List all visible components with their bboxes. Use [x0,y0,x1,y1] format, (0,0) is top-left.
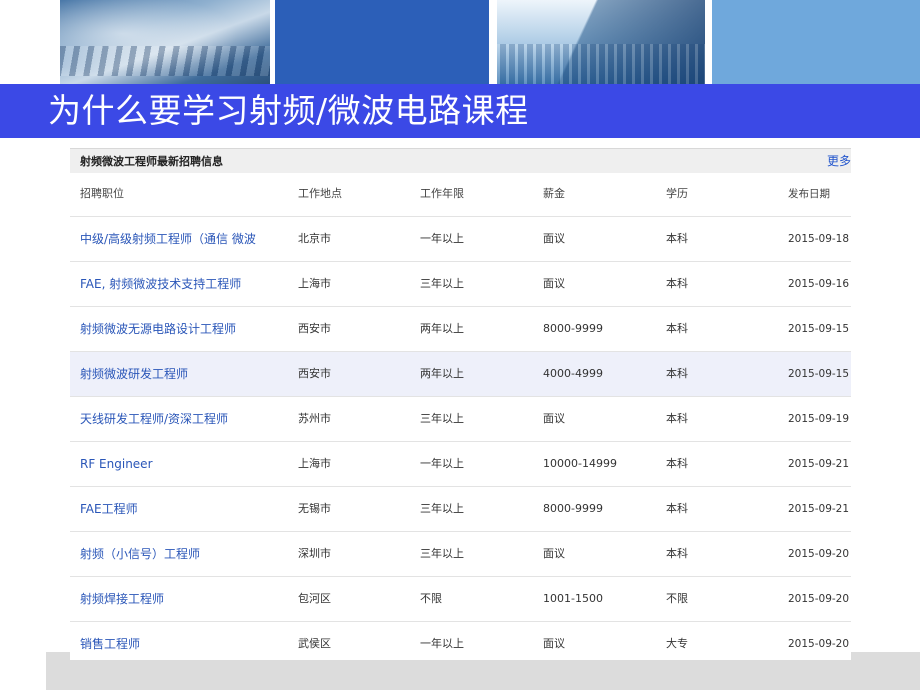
job-location: 包河区 [298,592,331,605]
job-salary: 面议 [543,637,565,650]
job-location: 北京市 [298,232,331,245]
job-salary: 4000-4999 [543,367,603,380]
panel-title: 射频微波工程师最新招聘信息 [80,155,223,168]
job-date: 2015-09-19 [788,413,850,425]
job-location: 武侯区 [298,637,331,650]
column-header-job: 招聘职位 [80,187,124,200]
job-years: 两年以上 [420,367,464,380]
job-education: 本科 [666,277,688,290]
job-location: 无锡市 [298,502,331,515]
table-row: FAE工程师 无锡市 三年以上 8000-9999 本科 2015-09-21 [70,487,851,532]
banner-keyboard-image [60,0,270,84]
column-header-location: 工作地点 [298,187,342,200]
job-education: 本科 [666,232,688,245]
job-title-link[interactable]: 销售工程师 [80,622,280,666]
table-header-row: 招聘职位 工作地点 工作年限 薪金 学历 发布日期 [70,172,851,217]
job-date: 2015-09-21 [788,503,850,515]
banner-blue-block [275,0,489,84]
table-row: 射频微波研发工程师 西安市 两年以上 4000-4999 本科 2015-09-… [70,352,851,397]
job-years: 三年以上 [420,277,464,290]
table-row: 射频焊接工程师 包河区 不限 1001-1500 不限 2015-09-20 [70,577,851,622]
table-row: FAE, 射频微波技术支持工程师 上海市 三年以上 面议 本科 2015-09-… [70,262,851,307]
job-listing-panel: 射频微波工程师最新招聘信息 更多 招聘职位 工作地点 工作年限 薪金 学历 发布… [70,148,851,660]
slide-title-bar: 为什么要学习射频/微波电路课程 [0,84,920,138]
job-location: 西安市 [298,367,331,380]
column-header-years: 工作年限 [420,187,464,200]
column-header-salary: 薪金 [543,187,565,200]
job-salary: 1001-1500 [543,592,603,605]
job-date: 2015-09-15 [788,323,850,335]
table-row: 射频（小信号）工程师 深圳市 三年以上 面议 本科 2015-09-20 [70,532,851,577]
job-education: 本科 [666,457,688,470]
job-years: 不限 [420,592,442,605]
job-location: 上海市 [298,457,331,470]
column-header-date: 发布日期 [788,188,830,200]
job-date: 2015-09-16 [788,278,850,290]
table-row: 销售工程师 武侯区 一年以上 面议 大专 2015-09-20 [70,622,851,666]
job-education: 大专 [666,637,688,650]
job-title-link[interactable]: 射频焊接工程师 [80,577,280,621]
job-salary: 面议 [543,412,565,425]
banner-light-blue-block [712,0,920,84]
panel-header: 射频微波工程师最新招聘信息 更多 [70,148,851,173]
job-education: 本科 [666,367,688,380]
job-years: 两年以上 [420,322,464,335]
job-date: 2015-09-20 [788,638,850,650]
column-header-education: 学历 [666,187,688,200]
job-education: 本科 [666,502,688,515]
job-title-link[interactable]: 射频（小信号）工程师 [80,532,280,576]
job-date: 2015-09-20 [788,593,850,605]
job-title-link[interactable]: 中级/高级射频工程师（通信 微波 [80,217,280,261]
job-salary: 面议 [543,547,565,560]
job-salary: 8000-9999 [543,322,603,335]
table-row: 天线研发工程师/资深工程师 苏州市 三年以上 面议 本科 2015-09-19 [70,397,851,442]
job-date: 2015-09-20 [788,548,850,560]
more-link[interactable]: 更多 [827,152,851,169]
job-education: 不限 [666,592,688,605]
job-years: 三年以上 [420,412,464,425]
job-title-link[interactable]: FAE, 射频微波技术支持工程师 [80,262,280,306]
table-row: 射频微波无源电路设计工程师 西安市 两年以上 8000-9999 本科 2015… [70,307,851,352]
slide-title: 为什么要学习射频/微波电路课程 [48,91,529,130]
job-salary: 面议 [543,232,565,245]
job-location: 深圳市 [298,547,331,560]
job-title-link[interactable]: 天线研发工程师/资深工程师 [80,397,280,441]
job-salary: 面议 [543,277,565,290]
job-title-link[interactable]: 射频微波研发工程师 [80,352,280,396]
job-years: 一年以上 [420,637,464,650]
job-location: 西安市 [298,322,331,335]
job-location: 苏州市 [298,412,331,425]
job-date: 2015-09-15 [788,368,850,380]
job-years: 一年以上 [420,457,464,470]
job-salary: 10000-14999 [543,457,617,470]
job-education: 本科 [666,322,688,335]
job-years: 一年以上 [420,232,464,245]
job-education: 本科 [666,412,688,425]
job-location: 上海市 [298,277,331,290]
job-salary: 8000-9999 [543,502,603,515]
table-row: RF Engineer 上海市 一年以上 10000-14999 本科 2015… [70,442,851,487]
job-title-link[interactable]: FAE工程师 [80,487,280,531]
job-education: 本科 [666,547,688,560]
job-title-link[interactable]: RF Engineer [80,442,280,486]
job-date: 2015-09-21 [788,458,850,470]
job-date: 2015-09-18 [788,233,850,245]
table-row: 中级/高级射频工程师（通信 微波 北京市 一年以上 面议 本科 2015-09-… [70,217,851,262]
job-years: 三年以上 [420,502,464,515]
job-years: 三年以上 [420,547,464,560]
banner-building-image [497,0,705,84]
job-title-link[interactable]: 射频微波无源电路设计工程师 [80,307,280,351]
